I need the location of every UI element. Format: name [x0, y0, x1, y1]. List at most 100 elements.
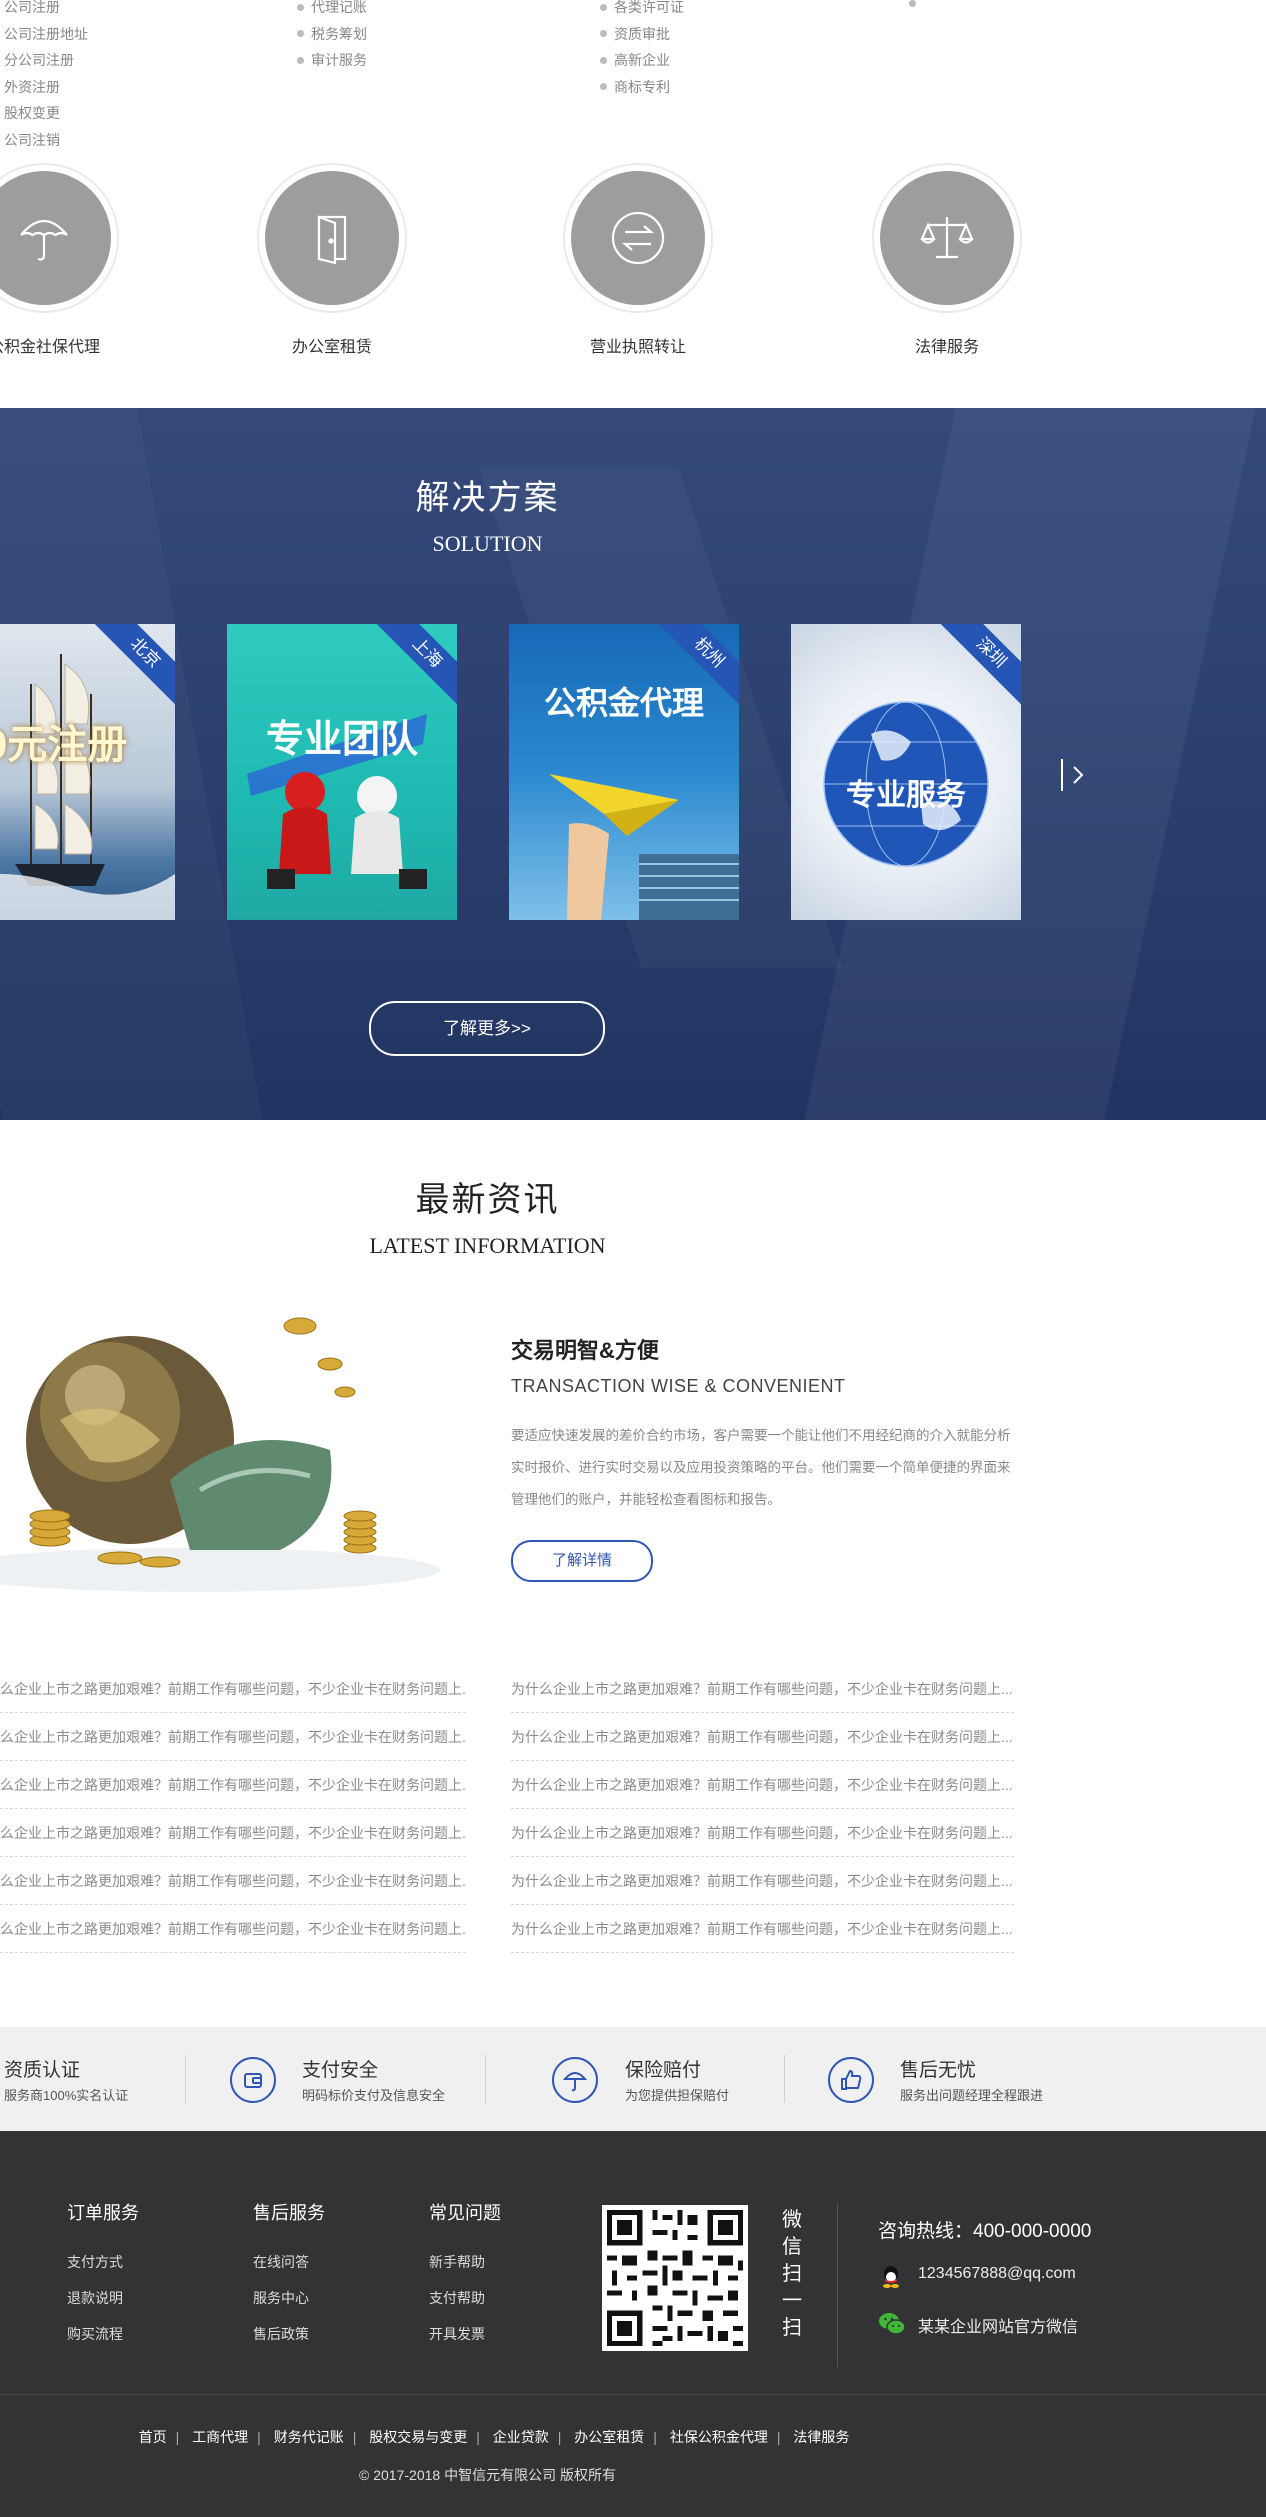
news-heading: 最新资讯 LATEST INFORMATION [0, 1172, 975, 1259]
footer-link[interactable]: 支付帮助 [429, 2288, 485, 2308]
footer-column-title: 常见问题 [429, 2203, 501, 2223]
guarantee-subtitle: 为您提供担保赔付 [625, 2088, 730, 2103]
separator: | [175, 2429, 180, 2445]
scales-icon [920, 217, 974, 259]
footer-link[interactable]: 支付方式 [67, 2252, 123, 2272]
service-link[interactable]: 代理记账 [297, 0, 367, 21]
wechat-scan-char: 微 [782, 2209, 802, 2231]
service-link[interactable]: 分公司注册 [4, 47, 88, 74]
wechat-scan-char: 信 [782, 2236, 802, 2258]
section-title: 解决方案 [415, 479, 560, 517]
footer-link[interactable]: 退款说明 [67, 2288, 123, 2308]
thumbs-up-icon [828, 2057, 874, 2103]
service-list-license: 各类许可证 资质审批 高新企业 商标专利 [600, 0, 684, 100]
service-link[interactable]: 公司注册地址 [4, 21, 88, 48]
icon-ring [872, 163, 1022, 313]
footer-nav: 首页 | 工商代理 | 财务代记账 | 股权交易与变更 | 企业贷款 | 办公室租赁 | 社… [0, 2427, 988, 2447]
wallet-icon [230, 2057, 276, 2103]
learn-more-button[interactable]: 了解更多>> [369, 1001, 605, 1056]
guarantee-subtitle: 服务商100%实名认证 [4, 2088, 129, 2103]
solution-card-shanghai[interactable]: 专业团队 上海 [227, 624, 457, 920]
service-link[interactable]: 税务筹划 [297, 21, 367, 48]
copyright-text: © 2017-2018 中智信元有限公司 版权所有 [359, 2467, 616, 2483]
guarantee-after-sales: 售后无忧 服务出问题经理全程跟进 [828, 2055, 1088, 2105]
divider [0, 2394, 1266, 2395]
guarantee-title: 售后无忧 [900, 2060, 977, 2081]
guarantee-insurance: 保险赔付 为您提供担保赔付 [552, 2055, 792, 2105]
site-footer: 订单服务 支付方式 退款说明 购买流程 售后服务 在线问答 服务中心 售后政策 … [0, 2131, 1266, 2517]
service-card-office-rental[interactable]: 办公室租赁 [257, 163, 407, 363]
service-card-legal[interactable]: 法律服务 [872, 163, 1022, 363]
footer-nav-link[interactable]: 工商代理 [192, 2429, 248, 2445]
icon-circle [880, 171, 1014, 305]
service-link[interactable]: 高新企业 [600, 47, 684, 74]
icon-circle [571, 171, 705, 305]
solution-card-hangzhou[interactable]: 公积金代理 杭州 [509, 624, 739, 920]
service-card-social-security[interactable]: 公积金社保代理 [0, 163, 119, 363]
news-item[interactable]: 为什么企业上市之路更加艰难？前期工作有哪些问题，不少企业卡在财务问题上... [511, 1857, 1014, 1905]
footer-nav-link[interactable]: 财务代记账 [274, 2429, 344, 2445]
carousel-next-button[interactable] [1060, 755, 1090, 795]
hotline-text: 咨询热线：400-000-0000 [878, 2221, 1092, 2242]
service-link[interactable]: 商标专利 [600, 74, 684, 101]
footer-nav-link[interactable]: 社保公积金代理 [670, 2429, 768, 2445]
news-item[interactable]: 为什么企业上市之路更加艰难？前期工作有哪些问题，不少企业卡在财务问题上... [511, 1761, 1014, 1809]
view-details-button[interactable]: 了解详情 [511, 1540, 653, 1582]
feature-description: 要适应快速发展的差价合约市场，客户需要一个能让他们不用经纪商的介入就能分析实时报… [511, 1428, 1011, 1507]
news-item[interactable]: 为什么企业上市之路更加艰难？前期工作有哪些问题，不少企业卡在财务问题上... [511, 1905, 1014, 1953]
service-link[interactable]: 各类许可证 [600, 0, 684, 21]
news-item[interactable]: 为什么企业上市之路更加艰难？前期工作有哪些问题，不少企业卡在财务问题上... [511, 1713, 1014, 1761]
service-link[interactable]: 公司注册 [4, 0, 88, 21]
divider [185, 2055, 186, 2103]
card-caption: 0元注册 [0, 723, 128, 767]
solution-heading: 解决方案 SOLUTION [0, 470, 975, 557]
news-item[interactable]: 么企业上市之路更加艰难？前期工作有哪些问题，不少企业卡在财务问题上... [0, 1857, 466, 1905]
wechat-scan-char: 扫 [782, 2317, 802, 2339]
footer-nav-link[interactable]: 股权交易与变更 [369, 2429, 467, 2445]
separator: | [257, 2429, 261, 2445]
guarantee-subtitle: 明码标价支付及信息安全 [302, 2088, 446, 2103]
service-card-license-transfer[interactable]: 营业执照转让 [563, 163, 713, 363]
service-link[interactable]: 审计服务 [297, 47, 367, 74]
news-item[interactable]: 为什么企业上市之路更加艰难？前期工作有哪些问题，不少企业卡在财务问题上... [511, 1665, 1014, 1713]
wechat-scan-char: 扫 [782, 2263, 802, 2285]
card-caption: 专业服务 [846, 779, 966, 812]
footer-link[interactable]: 服务中心 [253, 2288, 309, 2308]
footer-link[interactable]: 售后政策 [253, 2324, 309, 2344]
footer-link[interactable]: 开具发票 [429, 2324, 485, 2344]
divider [837, 2203, 838, 2367]
news-list-left: 么企业上市之路更加艰难？前期工作有哪些问题，不少企业卡在财务问题上... 么企业… [0, 1665, 466, 1953]
footer-nav-link[interactable]: 首页 [139, 2429, 167, 2445]
solution-card-beijing[interactable]: 0元注册 北京 [0, 624, 175, 920]
news-item[interactable]: 么企业上市之路更加艰难？前期工作有哪些问题，不少企业卡在财务问题上... [0, 1809, 466, 1857]
guarantee-title: 资质认证 [4, 2060, 81, 2081]
service-list-finance: 代理记账 税务筹划 审计服务 [297, 0, 367, 74]
service-link[interactable]: 外资注册 [4, 74, 88, 101]
icon-ring [0, 163, 119, 313]
footer-link[interactable]: 购买流程 [67, 2324, 123, 2344]
service-link[interactable]: 公司注销 [4, 127, 88, 154]
bullet-dot [909, 0, 916, 7]
service-label: 法律服务 [914, 339, 979, 356]
footer-link[interactable]: 在线问答 [253, 2252, 309, 2272]
feature-subtitle: TRANSACTION WISE & CONVENIENT [511, 1376, 846, 1396]
news-item[interactable]: 么企业上市之路更加艰难？前期工作有哪些问题，不少企业卡在财务问题上... [0, 1665, 466, 1713]
footer-nav-link[interactable]: 办公室租赁 [574, 2429, 644, 2445]
footer-link[interactable]: 新手帮助 [429, 2252, 485, 2272]
transfer-arrows-icon [611, 211, 665, 265]
news-item[interactable]: 么企业上市之路更加艰难？前期工作有哪些问题，不少企业卡在财务问题上... [0, 1713, 466, 1761]
guarantee-payment: 支付安全 明码标价支付及信息安全 [230, 2055, 490, 2105]
service-link[interactable]: 资质审批 [600, 21, 684, 48]
card-caption: 公积金代理 [543, 685, 704, 721]
service-link[interactable]: 股权变更 [4, 100, 88, 127]
news-item[interactable]: 么企业上市之路更加艰难？前期工作有哪些问题，不少企业卡在财务问题上... [0, 1761, 466, 1809]
solution-card-shenzhen[interactable]: 专业服务 深圳 [791, 624, 1021, 920]
footer-nav-link[interactable]: 法律服务 [793, 2429, 849, 2445]
footer-nav-link[interactable]: 企业贷款 [493, 2429, 549, 2445]
news-item[interactable]: 么企业上市之路更加艰难？前期工作有哪些问题，不少企业卡在财务问题上... [0, 1905, 466, 1953]
card-caption: 专业团队 [265, 719, 418, 761]
umbrella-icon [552, 2057, 598, 2103]
qq-email[interactable]: 1234567888@qq.com [918, 2265, 1076, 2283]
news-item[interactable]: 为什么企业上市之路更加艰难？前期工作有哪些问题，不少企业卡在财务问题上... [511, 1809, 1014, 1857]
wechat-official-account[interactable]: 某某企业网站官方微信 [918, 2313, 1078, 2337]
